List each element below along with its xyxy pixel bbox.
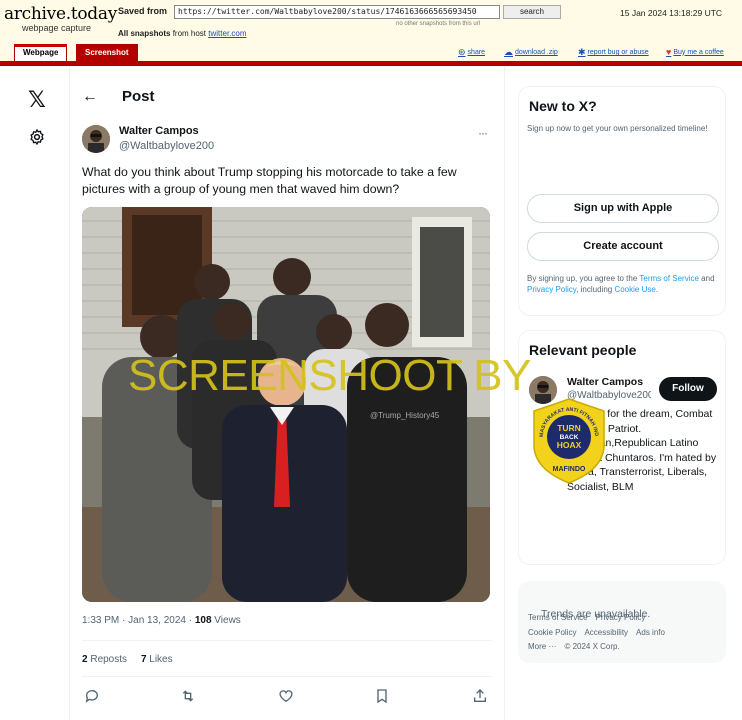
views-count: 108 — [194, 615, 212, 626]
all-snapshots-line: All snapshots from host twitter.com — [118, 29, 247, 38]
photo-watermark: @Trump_History45 — [370, 411, 440, 420]
divider — [82, 640, 492, 641]
cookie-use-link[interactable]: Cookie Use — [614, 285, 655, 294]
archive-logo-subtitle: webpage capture — [22, 23, 92, 33]
capture-date: 15 Jan 2024 13:18:29 UTC — [620, 8, 723, 18]
relevant-person-name[interactable]: Walter Campos — [567, 376, 643, 388]
terms-and: and — [698, 274, 715, 283]
x-logo-icon[interactable]: 𝕏 — [28, 88, 46, 113]
footer-terms-link[interactable]: Terms of Service — [528, 613, 588, 622]
badge-line-3: HOAX — [557, 440, 582, 450]
author-name[interactable]: Walter Campos — [119, 125, 199, 137]
terms-prefix: By signing up, you agree to the — [527, 274, 640, 283]
coffee-link[interactable]: ♥ Buy me a coffee — [666, 47, 724, 57]
reposts-label: Reposts — [87, 654, 128, 665]
host-link[interactable]: twitter.com — [208, 29, 246, 38]
tab-screenshot[interactable]: Screenshot — [76, 44, 138, 61]
report-link[interactable]: ✱ report bug or abuse — [578, 47, 649, 58]
turnbackhoax-badge-icon: MASYARAKAT ANTI FITNAH INDONESIA TURN BA… — [528, 393, 608, 485]
share-link[interactable]: ⊛ share — [458, 47, 485, 58]
download-link[interactable]: ☁ download .zip — [504, 47, 558, 58]
retweet-icon[interactable] — [180, 688, 196, 704]
archived-url-field[interactable]: https://twitter.com/Waltbabylove200/stat… — [174, 5, 500, 19]
follow-button[interactable]: Follow — [659, 377, 717, 401]
divider — [82, 676, 492, 677]
new-to-x-card: New to X? Sign up now to get your own pe… — [518, 86, 726, 316]
heart-icon[interactable] — [278, 688, 294, 704]
other-snapshots-note: no other snapshots from this url — [396, 21, 481, 27]
relevant-people-title: Relevant people — [529, 342, 637, 358]
left-column-divider — [69, 66, 70, 720]
all-snapshots-label: All snapshots — [118, 29, 171, 38]
footer-more-link[interactable]: More ··· — [528, 642, 556, 651]
footer-ads-link[interactable]: Ads info — [636, 628, 665, 637]
apple-button-label: Sign up with Apple — [573, 202, 673, 214]
sign-up-with-apple-button[interactable]: Sign up with Apple — [527, 194, 719, 223]
bookmark-icon[interactable] — [374, 688, 390, 704]
search-button[interactable]: search — [503, 5, 561, 19]
more-options-icon[interactable]: ··· — [478, 126, 488, 140]
tweet-stats: 2 Reposts 7 Likes — [82, 654, 173, 665]
footer-privacy-link[interactable]: Privacy Policy — [596, 613, 646, 622]
terms-including: , including — [576, 285, 615, 294]
all-snapshots-from: from host — [172, 29, 207, 38]
gear-icon[interactable] — [28, 128, 46, 151]
footer-copyright: © 2024 X Corp. — [564, 642, 620, 651]
author-handle[interactable]: @Waltbabylove200 — [119, 140, 214, 152]
report-label: report bug or abuse — [587, 49, 649, 56]
cloud-icon: ☁ — [504, 47, 513, 57]
views-label: Views — [211, 615, 241, 626]
tab-webpage[interactable]: Webpage — [14, 44, 68, 61]
likes-stat[interactable]: 7 Likes — [141, 654, 173, 665]
terms-end: . — [655, 285, 659, 294]
bug-icon: ✱ — [578, 47, 586, 57]
archive-header: archive.today webpage capture Saved from… — [0, 0, 742, 66]
new-to-x-subtitle: Sign up now to get your own personalized… — [527, 124, 708, 133]
share-icon[interactable] — [472, 688, 488, 704]
avatar[interactable] — [82, 125, 110, 153]
tweet-timestamp: 1:33 PM · Jan 13, 2024 · 108 Views — [82, 615, 241, 626]
tweet-photo[interactable]: @Trump_History45 — [82, 207, 490, 602]
screenshoot-watermark: SCREENSHOOT BY — [128, 351, 531, 400]
tweet-time-text[interactable]: 1:33 PM · Jan 13, 2024 · — [82, 615, 195, 626]
terms-of-service-link[interactable]: Terms of Service — [639, 274, 699, 283]
coffee-label: Buy me a coffee — [673, 48, 724, 56]
reposts-stat[interactable]: 2 Reposts — [82, 654, 127, 665]
privacy-policy-link[interactable]: Privacy Policy — [527, 285, 576, 294]
create-account-button[interactable]: Create account — [527, 232, 719, 261]
footer-accessibility-link[interactable]: Accessibility — [584, 628, 628, 637]
back-arrow-icon[interactable]: ← — [82, 88, 98, 106]
terms-text: By signing up, you agree to the Terms of… — [527, 273, 722, 295]
footer-links: Terms of Service Privacy Policy Cookie Po… — [528, 611, 728, 655]
footer-cookie-link[interactable]: Cookie Policy — [528, 628, 576, 637]
tweet-text: What do you think about Trump stopping h… — [82, 165, 457, 196]
archive-logo[interactable]: archive.today — [4, 4, 117, 24]
badge-line-1: TURN — [557, 423, 581, 433]
saved-from-label: Saved from — [118, 6, 168, 16]
share-icon: ⊛ — [458, 47, 466, 57]
page-title: Post — [122, 88, 155, 105]
badge-bottom-text: MAFINDO — [553, 466, 586, 473]
heart-icon: ♥ — [666, 47, 672, 57]
likes-label: Likes — [146, 654, 173, 665]
share-label: share — [467, 49, 486, 56]
new-to-x-title: New to X? — [529, 98, 597, 114]
download-label: download .zip — [515, 49, 558, 56]
reply-icon[interactable] — [84, 688, 100, 704]
